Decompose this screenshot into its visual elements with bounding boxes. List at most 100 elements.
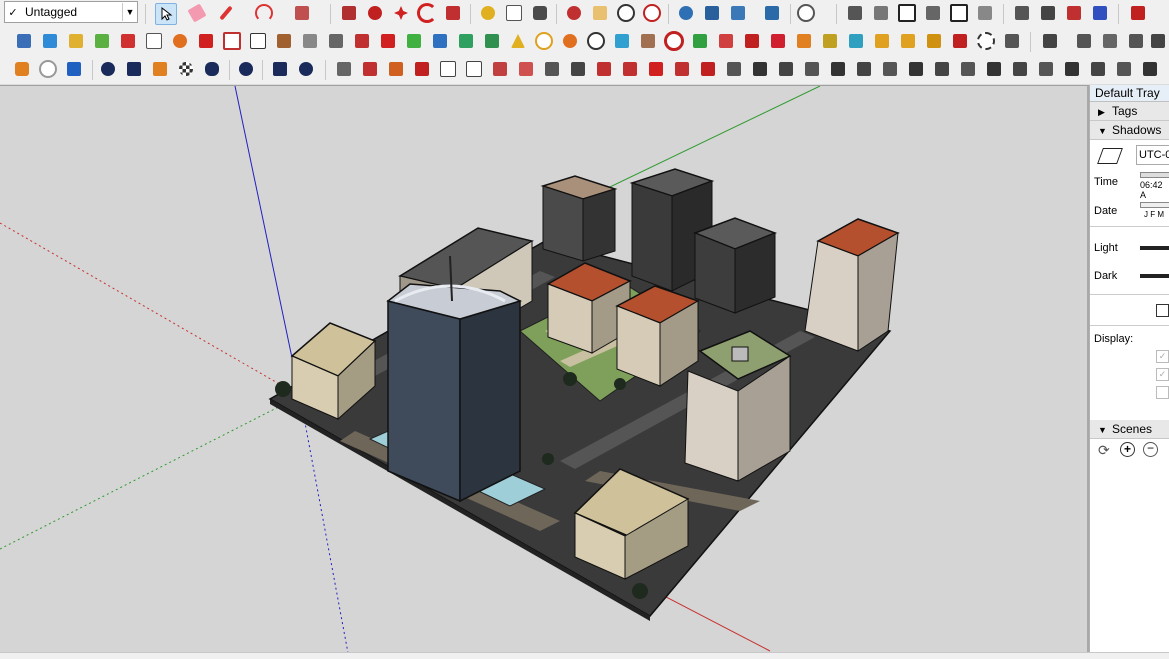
- dark-slider[interactable]: [1140, 274, 1169, 278]
- chevron-down-icon[interactable]: ▼: [122, 3, 137, 21]
- zoom-extents-button[interactable]: [642, 3, 662, 23]
- push-pull-button[interactable]: [339, 3, 359, 23]
- eraser-tool-button[interactable]: [187, 3, 207, 23]
- front-view-button[interactable]: [897, 3, 917, 23]
- extension-tool-19-button[interactable]: [482, 31, 502, 51]
- extension-tool-17-button[interactable]: [430, 31, 450, 51]
- cloud-upload-button[interactable]: [202, 59, 222, 79]
- textured-style-button[interactable]: [1090, 3, 1110, 23]
- fredo-tool-27-button[interactable]: [1010, 59, 1030, 79]
- fredo-tool-4-button[interactable]: [412, 59, 432, 79]
- iso-view-button[interactable]: [845, 3, 865, 23]
- extension-tool-42-button[interactable]: [1100, 31, 1120, 51]
- extension-tool-39-button[interactable]: [1002, 31, 1022, 51]
- account-button[interactable]: [796, 3, 816, 23]
- back-view-button[interactable]: [949, 3, 969, 23]
- add-scene-icon[interactable]: +: [1120, 442, 1135, 457]
- fredo-tool-14-button[interactable]: [672, 59, 692, 79]
- extension-tool-28-button[interactable]: [716, 31, 736, 51]
- tape-measure-button[interactable]: [478, 3, 498, 23]
- extension-tool-43-button[interactable]: [1126, 31, 1146, 51]
- extension-tool-32-button[interactable]: [820, 31, 840, 51]
- extension-tool-24-button[interactable]: [612, 31, 632, 51]
- fredo-tool-1-button[interactable]: [334, 59, 354, 79]
- fredo-tool-8-button[interactable]: [516, 59, 536, 79]
- extension-tool-5-button[interactable]: [118, 31, 138, 51]
- extension-tool-7-button[interactable]: [170, 31, 190, 51]
- date-slider[interactable]: [1140, 202, 1169, 208]
- extension-tool-35-button[interactable]: [898, 31, 918, 51]
- wireframe-style-button[interactable]: [1038, 3, 1058, 23]
- extension-tool-38-button[interactable]: [976, 31, 996, 51]
- fredo-tool-29-button[interactable]: [1062, 59, 1082, 79]
- extension-tool-37-button[interactable]: [950, 31, 970, 51]
- checker-material-button[interactable]: [176, 59, 196, 79]
- select-tool-button[interactable]: [155, 3, 177, 25]
- fredo-tool-21-button[interactable]: [854, 59, 874, 79]
- tray-section-shadows[interactable]: ▼ Shadows: [1090, 121, 1169, 140]
- timezone-select[interactable]: UTC-0: [1136, 145, 1169, 165]
- fredo-tool-6-button[interactable]: [464, 59, 484, 79]
- arc-tool-button[interactable]: [254, 3, 274, 23]
- extension-tool-22-button[interactable]: [560, 31, 580, 51]
- fredo-tool-25-button[interactable]: [958, 59, 978, 79]
- fredo-tool-5-button[interactable]: [438, 59, 458, 79]
- fredo-tool-20-button[interactable]: [828, 59, 848, 79]
- extension-tool-40-button[interactable]: [1040, 31, 1060, 51]
- extension-tool-11-button[interactable]: [274, 31, 294, 51]
- extension-tool-23-button[interactable]: [586, 31, 606, 51]
- extension-tool-4-button[interactable]: [92, 31, 112, 51]
- layers-button[interactable]: [728, 3, 748, 23]
- fredo-tool-16-button[interactable]: [724, 59, 744, 79]
- xray-style-button[interactable]: [1012, 3, 1032, 23]
- extension-tool-13-button[interactable]: [326, 31, 346, 51]
- extension-tool-44-button[interactable]: [1148, 31, 1168, 51]
- extension-tool-41-button[interactable]: [1074, 31, 1094, 51]
- settings-button[interactable]: [236, 59, 256, 79]
- left-view-button[interactable]: [975, 3, 995, 23]
- extension-tool-15-button[interactable]: [378, 31, 398, 51]
- collapse-triangle-icon[interactable]: ▼: [1098, 421, 1112, 439]
- fredo-tool-23-button[interactable]: [906, 59, 926, 79]
- extension-tool-6-button[interactable]: [144, 31, 164, 51]
- extension-tool-21-button[interactable]: [534, 31, 554, 51]
- extension-tool-20-button[interactable]: [508, 31, 528, 51]
- fredo-tool-24-button[interactable]: [932, 59, 952, 79]
- refresh-button[interactable]: [38, 59, 58, 79]
- extension-tool-2-button[interactable]: [40, 31, 60, 51]
- fredo-tool-12-button[interactable]: [620, 59, 640, 79]
- extension-tool-33-button[interactable]: [846, 31, 866, 51]
- light-slider[interactable]: [1140, 246, 1169, 250]
- fredo-tool-7-button[interactable]: [490, 59, 510, 79]
- tag-dropdown[interactable]: ✓ Untagged ▼: [4, 1, 138, 23]
- extension-tool-10-button[interactable]: [248, 31, 268, 51]
- remove-scene-icon[interactable]: −: [1143, 442, 1158, 457]
- fredo-tool-17-button[interactable]: [750, 59, 770, 79]
- fredo-tool-15-button[interactable]: [698, 59, 718, 79]
- move-button[interactable]: [391, 3, 411, 23]
- expand-triangle-icon[interactable]: ▶: [1098, 103, 1112, 121]
- right-view-button[interactable]: [923, 3, 943, 23]
- pencil-tool-button[interactable]: [216, 3, 236, 23]
- fredo-tool-10-button[interactable]: [568, 59, 588, 79]
- extension-tool-16-button[interactable]: [404, 31, 424, 51]
- follow-me-button[interactable]: [365, 3, 385, 23]
- fredo-tool-13-button[interactable]: [646, 59, 666, 79]
- extension-manager-button[interactable]: [762, 3, 782, 23]
- top-view-button[interactable]: [871, 3, 891, 23]
- text-button[interactable]: [504, 3, 524, 23]
- paint-bucket-button[interactable]: [530, 3, 550, 23]
- extension-warehouse-button[interactable]: [702, 3, 722, 23]
- extension-tool-1-button[interactable]: [14, 31, 34, 51]
- render-button[interactable]: [150, 59, 170, 79]
- extension-tool-18-button[interactable]: [456, 31, 476, 51]
- fredo-tool-22-button[interactable]: [880, 59, 900, 79]
- extension-tool-36-button[interactable]: [924, 31, 944, 51]
- info-button[interactable]: [296, 59, 316, 79]
- fredo-tool-19-button[interactable]: [802, 59, 822, 79]
- tray-section-scenes[interactable]: ▼ Scenes: [1090, 420, 1169, 439]
- fredo-tool-28-button[interactable]: [1036, 59, 1056, 79]
- collapse-triangle-icon[interactable]: ▼: [1098, 122, 1112, 140]
- shadow-toggle-button[interactable]: [1097, 148, 1123, 164]
- fredo-tool-3-button[interactable]: [386, 59, 406, 79]
